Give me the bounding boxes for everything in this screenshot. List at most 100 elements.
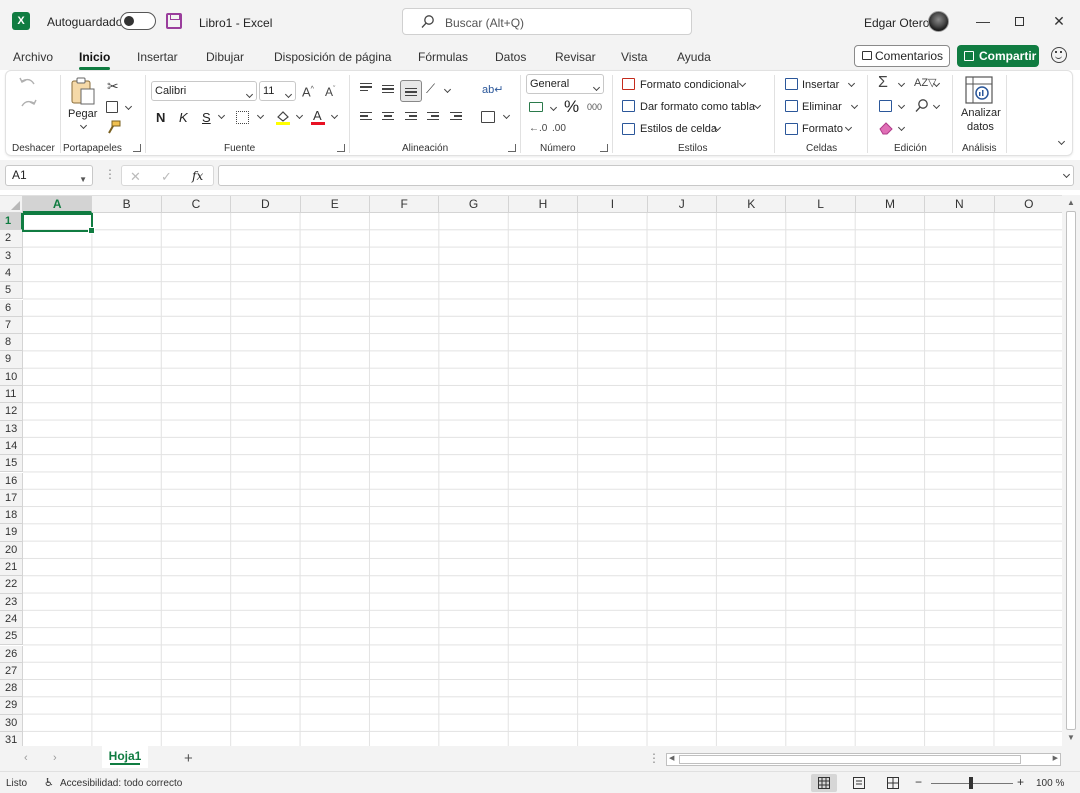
search-input[interactable]: Buscar (Alt+Q) bbox=[402, 8, 692, 35]
font-launcher-icon[interactable] bbox=[337, 144, 345, 152]
font-size-select[interactable]: 11 bbox=[259, 81, 296, 101]
column-header[interactable]: M bbox=[855, 196, 926, 213]
font-name-select[interactable]: Calibri bbox=[151, 81, 257, 101]
sort-chevron-icon[interactable] bbox=[931, 77, 941, 91]
increase-font-icon[interactable]: A^ bbox=[302, 83, 314, 99]
scroll-up-icon[interactable]: ▲ bbox=[1066, 198, 1076, 208]
redo-icon[interactable] bbox=[18, 99, 40, 113]
confirm-entry-icon[interactable]: ✓ bbox=[161, 169, 172, 185]
tab-splitter-icon[interactable]: ⋮ bbox=[648, 751, 660, 765]
row-header[interactable]: 20 bbox=[0, 541, 23, 559]
analyze-data-icon[interactable] bbox=[964, 75, 994, 105]
merge-chevron-icon[interactable] bbox=[501, 109, 511, 123]
row-header[interactable]: 7 bbox=[0, 316, 23, 335]
wrap-text-icon[interactable]: ab↵ bbox=[482, 83, 503, 97]
fill-color-icon[interactable] bbox=[275, 109, 291, 126]
align-top-icon[interactable] bbox=[360, 83, 372, 93]
row-header[interactable]: 4 bbox=[0, 264, 23, 283]
underline-chevron-icon[interactable] bbox=[216, 109, 226, 123]
expand-formula-chevron-icon[interactable] bbox=[1061, 168, 1071, 182]
scroll-left-icon[interactable]: ◀ bbox=[669, 754, 674, 762]
column-header[interactable]: N bbox=[925, 196, 995, 213]
paste-chevron-icon[interactable] bbox=[78, 119, 88, 133]
clipboard-launcher-icon[interactable] bbox=[133, 144, 141, 152]
format-table-chevron-icon[interactable] bbox=[752, 99, 762, 113]
insert-function-icon[interactable]: fx bbox=[192, 169, 203, 183]
insert-chevron-icon[interactable] bbox=[846, 77, 856, 91]
column-header[interactable]: O bbox=[994, 196, 1062, 213]
insert-cells-button[interactable]: Insertar bbox=[802, 79, 839, 91]
accounting-format-icon[interactable] bbox=[529, 102, 543, 112]
row-header[interactable]: 3 bbox=[0, 247, 23, 265]
column-header[interactable]: F bbox=[370, 196, 440, 213]
row-header[interactable]: 11 bbox=[0, 386, 23, 404]
cells-area[interactable] bbox=[23, 213, 1062, 746]
fill-down-chevron-icon[interactable] bbox=[896, 99, 906, 113]
analyze-data-label-1[interactable]: Analizar bbox=[961, 107, 1001, 119]
decrease-indent-icon[interactable] bbox=[427, 112, 439, 122]
horizontal-scrollbar[interactable]: ◀ ▶ bbox=[666, 753, 1061, 766]
next-sheet-icon[interactable]: › bbox=[53, 752, 57, 764]
accounting-chevron-icon[interactable] bbox=[548, 101, 558, 115]
delete-chevron-icon[interactable] bbox=[849, 99, 859, 113]
scroll-right-icon[interactable]: ▶ bbox=[1053, 754, 1058, 762]
column-header[interactable]: B bbox=[92, 196, 162, 213]
user-name[interactable]: Edgar Otero bbox=[864, 16, 929, 30]
insert-cells-icon[interactable] bbox=[785, 78, 798, 90]
row-header[interactable]: 25 bbox=[0, 628, 23, 646]
ribbon-collapse-chevron-icon[interactable] bbox=[1056, 135, 1066, 149]
format-as-table-button[interactable]: Dar formato como tabla bbox=[640, 101, 755, 113]
analyze-data-label-2[interactable]: datos bbox=[967, 121, 994, 133]
autosum-icon[interactable]: Σ bbox=[878, 75, 888, 91]
delete-cells-button[interactable]: Eliminar bbox=[802, 101, 842, 113]
row-header[interactable]: 21 bbox=[0, 559, 23, 577]
maximize-icon[interactable] bbox=[1006, 8, 1032, 34]
merge-center-icon[interactable] bbox=[481, 111, 495, 123]
cell-styles-chevron-icon[interactable] bbox=[712, 121, 722, 135]
select-all-button[interactable] bbox=[0, 196, 23, 213]
column-header[interactable]: E bbox=[300, 196, 370, 213]
align-left-icon[interactable] bbox=[360, 112, 372, 122]
zoom-level[interactable]: 100 % bbox=[1036, 778, 1064, 789]
conditional-format-icon[interactable] bbox=[622, 78, 635, 90]
clear-chevron-icon[interactable] bbox=[896, 121, 906, 135]
orientation-icon[interactable]: ⟋ bbox=[426, 82, 435, 96]
fill-chevron-icon[interactable] bbox=[294, 109, 304, 123]
page-layout-view-button[interactable] bbox=[846, 774, 872, 792]
percent-style-button[interactable]: % bbox=[564, 97, 579, 117]
borders-icon[interactable] bbox=[236, 111, 249, 124]
row-header[interactable]: 12 bbox=[0, 403, 23, 421]
add-sheet-icon[interactable]: + bbox=[184, 750, 193, 767]
fill-icon[interactable] bbox=[879, 100, 892, 112]
column-header[interactable]: J bbox=[647, 196, 717, 213]
scroll-down-icon[interactable]: ▼ bbox=[1066, 733, 1076, 743]
increase-indent-icon[interactable] bbox=[450, 112, 462, 122]
align-middle-icon[interactable] bbox=[382, 85, 394, 95]
row-header[interactable]: 5 bbox=[0, 282, 23, 300]
save-icon[interactable] bbox=[166, 13, 182, 29]
row-header[interactable]: 9 bbox=[0, 351, 23, 369]
row-header[interactable]: 15 bbox=[0, 455, 23, 473]
name-box[interactable]: A1 ▼ bbox=[5, 165, 93, 186]
align-center-icon[interactable] bbox=[382, 112, 394, 122]
cut-icon[interactable]: ✂ bbox=[107, 79, 119, 93]
normal-view-button[interactable] bbox=[811, 774, 837, 792]
copy-chevron-icon[interactable] bbox=[123, 100, 133, 114]
font-color-icon[interactable]: A bbox=[310, 108, 326, 126]
format-cells-icon[interactable] bbox=[785, 123, 798, 135]
autosum-chevron-icon[interactable] bbox=[896, 77, 906, 91]
paste-icon[interactable] bbox=[69, 77, 97, 107]
format-painter-icon[interactable] bbox=[106, 120, 122, 134]
minimize-icon[interactable]: — bbox=[970, 8, 996, 34]
column-header[interactable]: G bbox=[439, 196, 509, 213]
row-header[interactable]: 6 bbox=[0, 299, 23, 317]
tab-revisar[interactable]: Revisar bbox=[555, 50, 596, 64]
row-header[interactable]: 28 bbox=[0, 680, 23, 698]
undo-icon[interactable] bbox=[18, 77, 40, 91]
row-header[interactable]: 14 bbox=[0, 437, 23, 456]
tab-datos[interactable]: Datos bbox=[495, 50, 526, 64]
row-header[interactable]: 31 bbox=[0, 732, 23, 746]
column-header[interactable]: I bbox=[578, 196, 648, 213]
borders-chevron-icon[interactable] bbox=[255, 109, 265, 123]
row-header[interactable]: 2 bbox=[0, 230, 23, 248]
